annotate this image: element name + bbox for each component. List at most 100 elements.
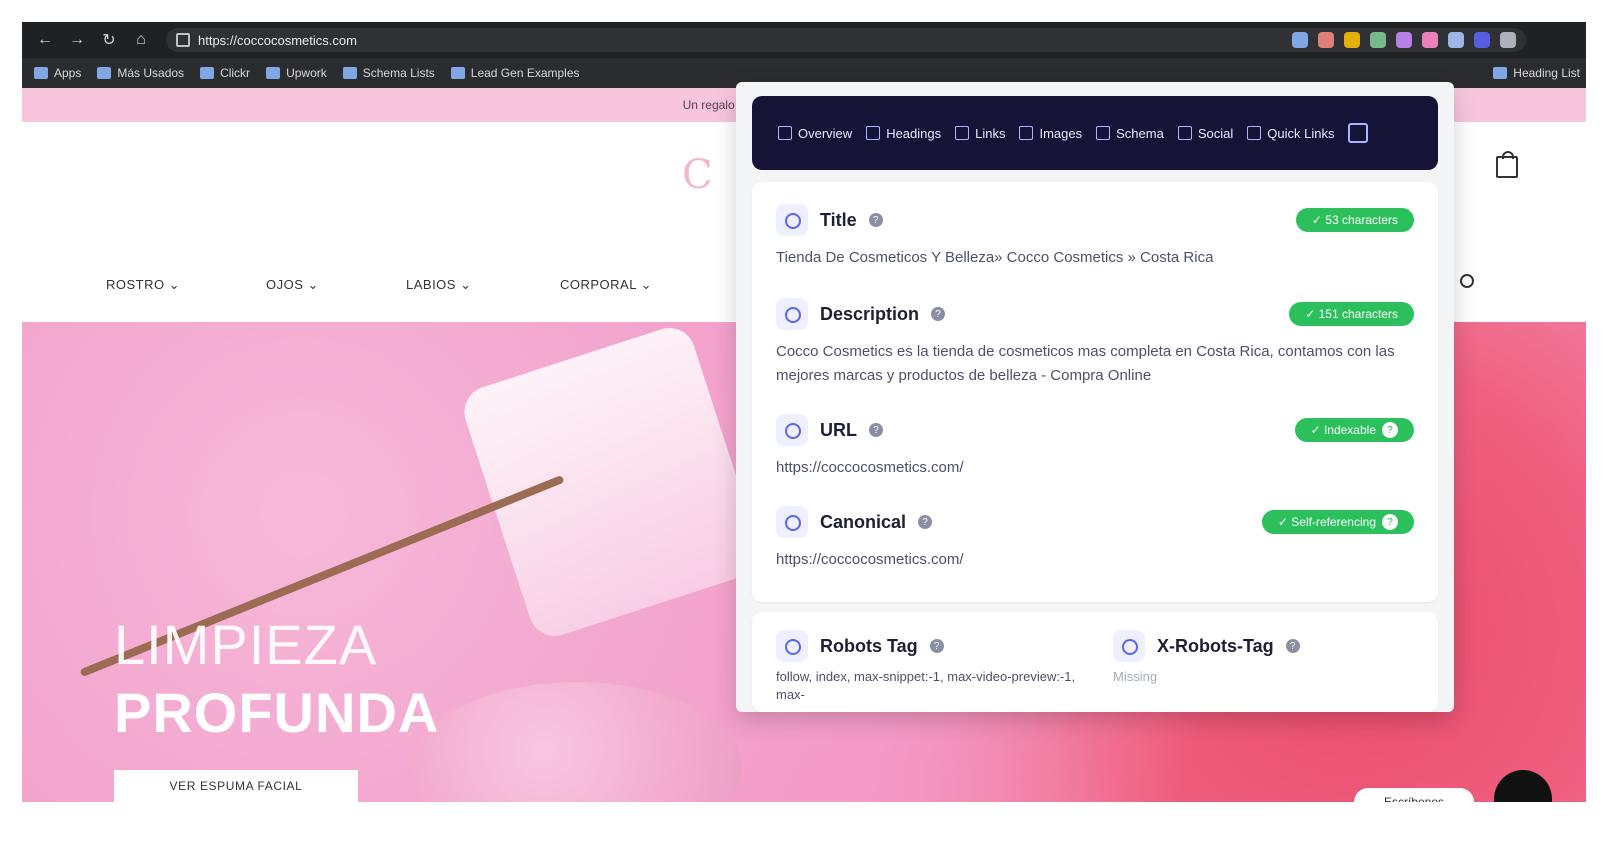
extension-icons	[1292, 32, 1516, 48]
url-label: URL	[820, 419, 857, 440]
bookmark-item[interactable]: Lead Gen Examples	[450, 66, 580, 80]
extension-icon[interactable]	[1396, 32, 1412, 48]
extension-icon[interactable]	[1292, 32, 1308, 48]
help-icon[interactable]: ?	[869, 423, 883, 437]
share-icon	[1177, 126, 1192, 140]
address-bar-url: https://coccocosmetics.com	[198, 32, 357, 48]
folder-icon	[266, 67, 281, 79]
info-icon[interactable]: ?	[1382, 422, 1398, 438]
apps-icon	[34, 67, 48, 79]
canonical-value: https://coccocosmetics.com/	[776, 551, 964, 568]
folder-icon	[1493, 67, 1508, 79]
extension-icon[interactable]	[1344, 32, 1360, 48]
bookmark-item[interactable]: Clickr	[200, 66, 250, 80]
url-value: https://coccocosmetics.com/	[776, 459, 964, 476]
x-robots-label: X-Robots-Tag	[1157, 635, 1274, 656]
extension-icon[interactable]	[1448, 32, 1464, 48]
nav-item-rostro[interactable]: ROSTRO ⌄	[106, 277, 180, 293]
canonical-label: Canonical	[820, 511, 907, 532]
title-header: Title ? ✓ 53 characters	[776, 204, 1414, 236]
help-icon[interactable]: ?	[918, 515, 933, 529]
headings-icon	[866, 126, 881, 140]
browser-toolbar: ← → ↻ ⌂ https://coccocosmetics.com	[22, 22, 1586, 58]
robots-value: follow, index, max-snippet:-1, max-video…	[776, 669, 1076, 702]
bookmark-item[interactable]: Heading List	[1493, 66, 1586, 80]
folder-icon	[97, 67, 112, 79]
help-icon[interactable]: ?	[868, 213, 883, 227]
extension-icon[interactable]	[1318, 32, 1334, 48]
back-icon[interactable]: ←	[36, 31, 54, 49]
home-icon[interactable]: ⌂	[132, 31, 150, 49]
canonical-header: Canonical ? ✓ Self-referencing ?	[776, 506, 1414, 538]
x-robots-tag-column: X-Robots-Tag ? Missing	[1113, 630, 1414, 703]
tab-links[interactable]: Links	[955, 126, 1005, 141]
nav-controls: ← → ↻ ⌂	[22, 30, 150, 50]
settings-sliders-icon[interactable]	[1348, 123, 1369, 143]
browser-window: ← → ↻ ⌂ https://coccocosmetics.com Apps …	[22, 22, 1586, 828]
x-robots-header: X-Robots-Tag ?	[1113, 630, 1414, 662]
help-icon[interactable]: ?	[931, 307, 946, 321]
help-icon[interactable]: ?	[929, 639, 944, 653]
description-icon	[776, 298, 808, 330]
document-icon	[1247, 126, 1262, 140]
tab-headings[interactable]: Headings	[866, 126, 941, 141]
target-icon	[776, 506, 808, 538]
cart-icon[interactable]	[1496, 151, 1518, 178]
status-badge: ✓ 151 characters	[1289, 302, 1414, 326]
description-field: Description ? ✓ 151 characters Cocco Cos…	[776, 298, 1414, 388]
chat-button[interactable]	[1494, 770, 1552, 802]
x-robots-value: Missing	[1113, 669, 1158, 684]
title-icon	[776, 204, 808, 236]
hero-cta-button[interactable]: VER ESPUMA FACIAL	[114, 770, 358, 802]
hero-title-line1: LIMPIEZA	[114, 613, 378, 676]
search-icon[interactable]	[1460, 274, 1474, 288]
nav-item-labios[interactable]: LABIOS ⌄	[406, 277, 471, 293]
address-bar[interactable]: https://coccocosmetics.com	[166, 28, 1526, 52]
status-badge: ✓ Self-referencing ?	[1261, 510, 1414, 534]
title-field: Title ? ✓ 53 characters Tienda De Cosmet…	[776, 204, 1414, 270]
site-logo[interactable]: C	[682, 152, 713, 198]
tab-schema[interactable]: Schema	[1096, 126, 1164, 141]
title-value: Tienda De Cosmeticos Y Belleza» Cocco Co…	[776, 249, 1214, 266]
robots-tag-column: Robots Tag ? follow, index, max-snippet:…	[776, 630, 1077, 703]
tab-images[interactable]: Images	[1019, 126, 1082, 141]
product-image	[457, 322, 767, 643]
forward-icon[interactable]: →	[68, 31, 86, 49]
url-field: URL ? ✓ Indexable ? https://coccocosmeti…	[776, 414, 1414, 480]
description-value: Cocco Cosmetics es la tienda de cosmetic…	[776, 343, 1395, 384]
extension-icon[interactable]	[1422, 32, 1438, 48]
help-icon[interactable]: ?	[1285, 639, 1300, 653]
reload-icon[interactable]: ↻	[100, 30, 118, 50]
tab-quick-links[interactable]: Quick Links	[1247, 126, 1334, 141]
bookmark-item[interactable]: Apps	[34, 66, 81, 80]
robots-label: Robots Tag	[820, 635, 918, 656]
robot-icon	[1113, 630, 1145, 662]
extension-icon[interactable]	[1474, 32, 1490, 48]
nav-item-ojos[interactable]: OJOS ⌄	[266, 277, 319, 293]
link-icon	[776, 414, 808, 446]
bookmark-item[interactable]: Upwork	[266, 66, 327, 80]
folder-icon	[450, 67, 465, 79]
description-label: Description	[820, 303, 920, 324]
hero-title-line2: PROFUNDA	[114, 681, 440, 744]
tab-overview[interactable]: Overview	[778, 126, 852, 141]
description-header: Description ? ✓ 151 characters	[776, 298, 1414, 330]
image-icon	[1019, 126, 1034, 140]
info-icon[interactable]: ?	[1382, 514, 1398, 530]
profile-icon[interactable]	[1500, 32, 1516, 48]
folder-icon	[342, 67, 357, 79]
tab-social[interactable]: Social	[1177, 126, 1233, 141]
url-header: URL ? ✓ Indexable ?	[776, 414, 1414, 446]
canonical-field: Canonical ? ✓ Self-referencing ? https:/…	[776, 506, 1414, 572]
bookmark-item[interactable]: Schema Lists	[342, 66, 435, 80]
overview-icon	[778, 126, 792, 140]
robots-columns: Robots Tag ? follow, index, max-snippet:…	[776, 630, 1414, 703]
seo-extension-popup: Overview Headings Links Images Schema So…	[736, 82, 1454, 712]
lock-icon	[176, 33, 190, 47]
bookmark-item[interactable]: Más Usados	[97, 66, 184, 80]
nav-item-corporal[interactable]: CORPORAL ⌄	[560, 277, 652, 293]
extension-icon[interactable]	[1370, 32, 1386, 48]
robots-card: Robots Tag ? follow, index, max-snippet:…	[752, 612, 1438, 712]
chat-label[interactable]: Escríbenos	[1354, 788, 1474, 802]
link-icon	[955, 126, 970, 140]
